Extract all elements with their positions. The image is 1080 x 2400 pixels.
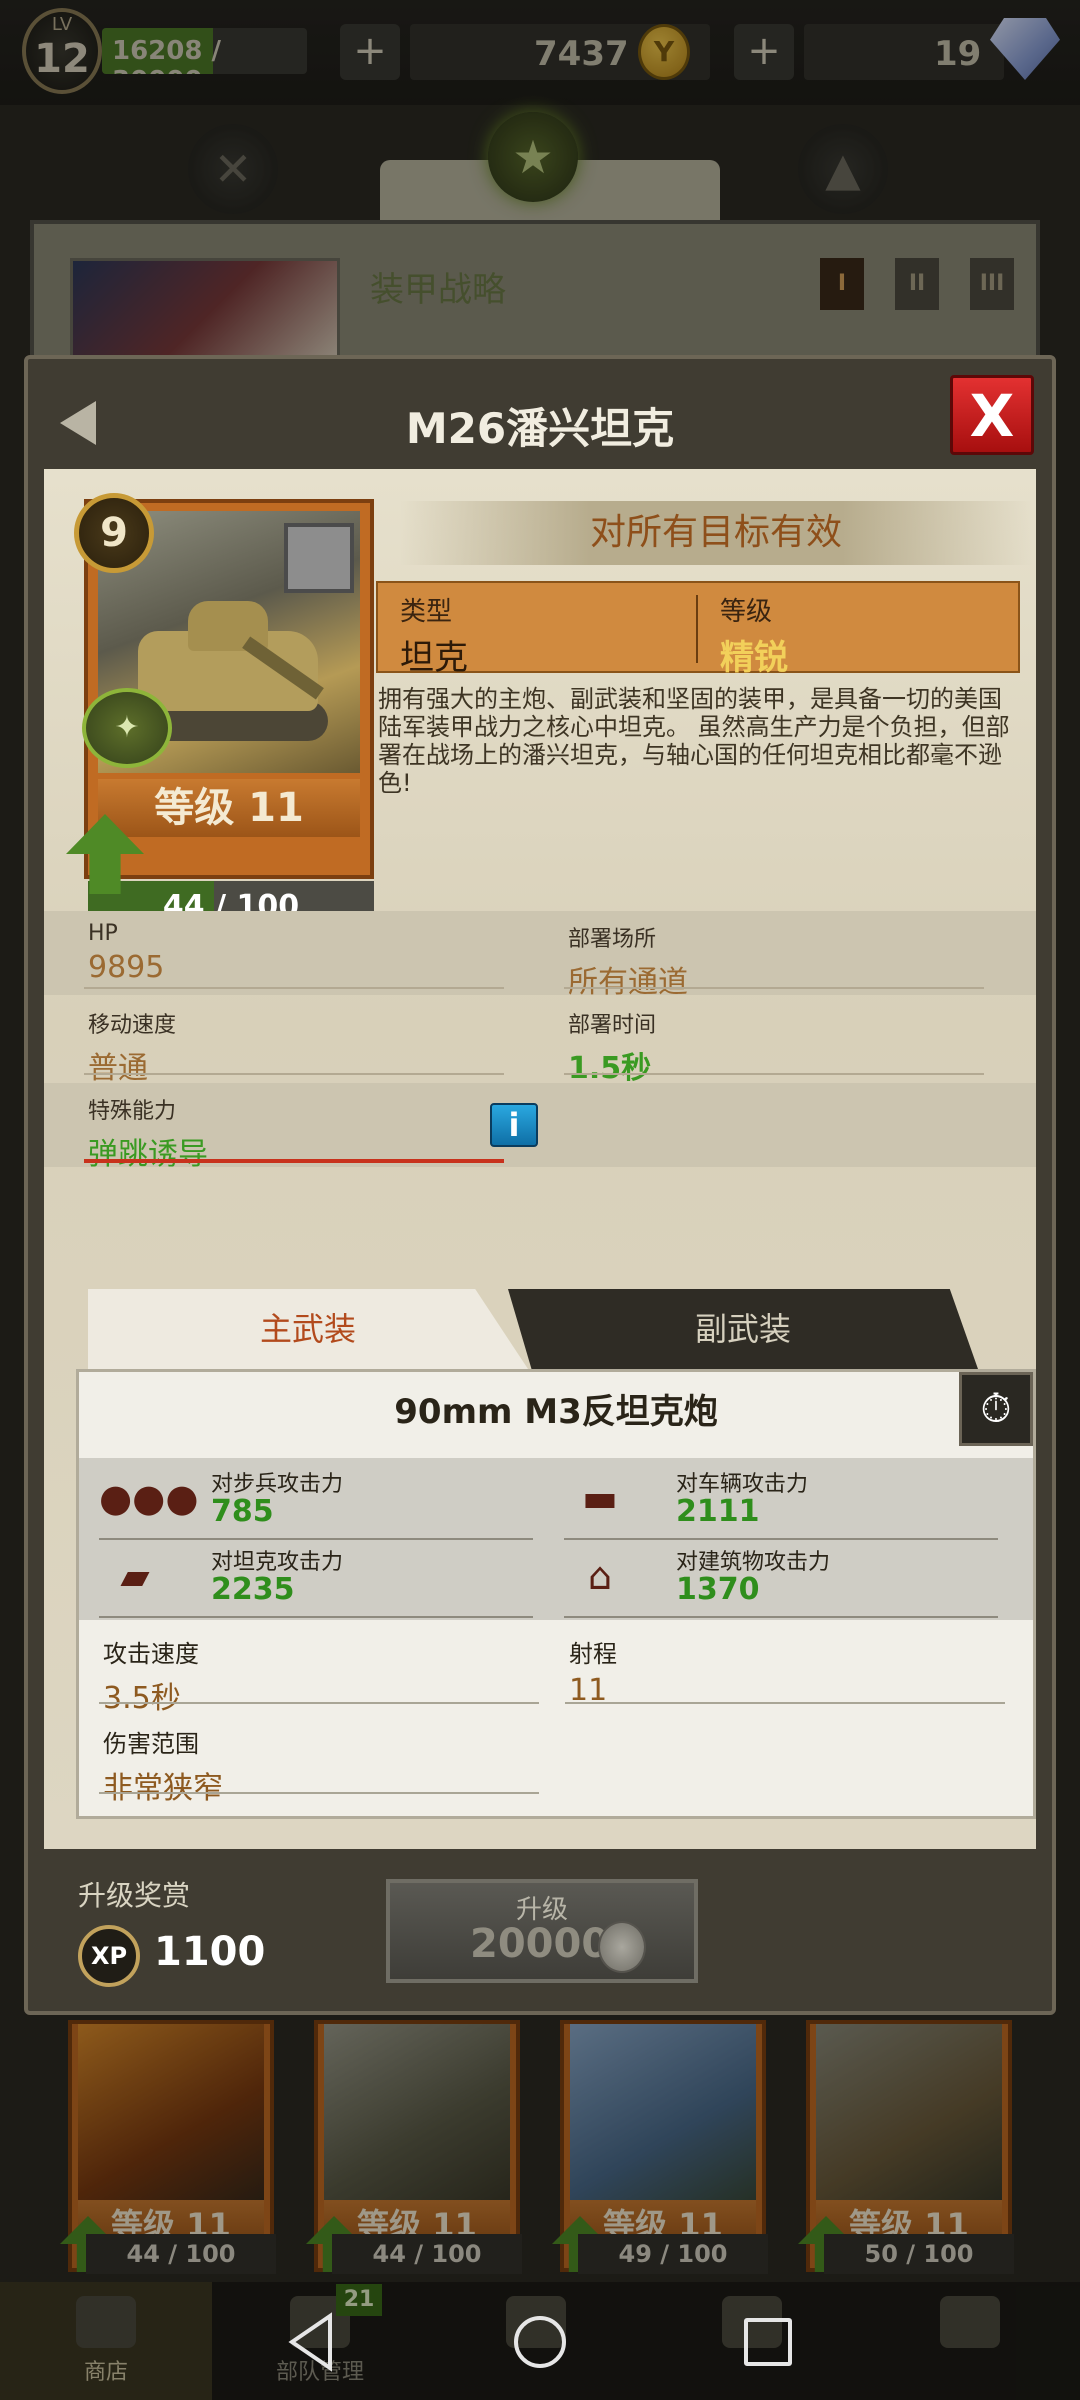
damage-area-label: 伤害范围 <box>103 1730 199 1758</box>
hp-stat: HP 9895 <box>88 921 164 985</box>
stat-divider <box>84 987 504 989</box>
tank-attack-value: 2235 <box>211 1572 295 1607</box>
system-back-icon[interactable] <box>286 2312 336 2372</box>
deploy-time-value: 1.5秒 <box>568 1051 652 1086</box>
stat-divider <box>99 1616 533 1618</box>
tank-class-icon: ✦ <box>82 688 172 768</box>
info-button[interactable]: i <box>490 1103 538 1147</box>
weapon-name: 90mm M3反坦克炮 <box>394 1392 718 1432</box>
special-ability-bar <box>84 1159 504 1163</box>
attack-speed-label: 攻击速度 <box>103 1640 199 1668</box>
attack-speed-stat: 攻击速度 3.5秒 <box>103 1634 199 1717</box>
coin-icon <box>598 1921 646 1973</box>
deploy-time-stat: 部署时间 1.5秒 <box>568 1007 656 1087</box>
system-home-icon[interactable] <box>514 2316 566 2368</box>
infantry-attack-value: 785 <box>211 1494 274 1529</box>
type-divider <box>696 595 698 663</box>
unit-card: 9 ✦ 等级 11 <box>74 493 374 879</box>
type-column: 类型 坦克 <box>400 591 468 679</box>
range-label: 射程 <box>569 1640 617 1668</box>
system-navigation <box>0 2282 1080 2400</box>
stat-divider <box>99 1702 539 1704</box>
weapon-tabs: 副武装 主武装 <box>88 1289 1008 1369</box>
hp-value: 9895 <box>88 950 165 985</box>
stat-divider <box>564 1538 998 1540</box>
stats-row-2: 移动速度 普通 部署时间 1.5秒 <box>44 997 1036 1086</box>
infantry-icon: ●●● <box>99 1476 199 1520</box>
tab-secondary-weapon[interactable]: 副武装 <box>508 1289 978 1369</box>
deploy-place-label: 部署场所 <box>568 927 657 952</box>
stat-divider <box>565 1702 1005 1704</box>
unit-detail-modal: M26潘兴坦克 X 9 ✦ 等级 11 44 / 100 对所有目标有效 类型 … <box>24 355 1056 2015</box>
attack-speed-value: 3.5秒 <box>103 1681 181 1716</box>
stats-row-1: HP 9895 部署场所 所有通道 <box>44 911 1036 1000</box>
upgrade-reward-label: 升级奖赏 <box>78 1879 191 1912</box>
weapon-panel: 90mm M3反坦克炮 ⏱ ●●● 对步兵攻击力 785 ▬ 对车辆攻击力 21… <box>76 1369 1036 1819</box>
modal-header: M26潘兴坦克 X <box>28 359 1052 469</box>
grade-value: 精锐 <box>720 638 788 678</box>
tab-main-weapon[interactable]: 主武装 <box>88 1289 528 1369</box>
system-recents-icon[interactable] <box>744 2318 792 2366</box>
upgrade-button[interactable]: 升级 20000 <box>386 1879 698 1983</box>
stat-divider <box>99 1538 533 1540</box>
range-stat: 射程 11 <box>569 1634 617 1708</box>
unit-description: 拥有强大的主炮、副武装和坚固的装甲，是具备一切的美国陆军装甲战力之核心中坦克。 … <box>378 685 1010 797</box>
type-value: 坦克 <box>400 638 468 678</box>
unit-rank-badge: 9 <box>74 493 154 573</box>
stat-divider <box>84 1073 504 1075</box>
close-button[interactable]: X <box>950 375 1034 455</box>
xp-icon: XP <box>78 1925 140 1987</box>
tank-icon: ▰ <box>120 1554 150 1598</box>
upgrade-cost: 20000 <box>470 1921 610 1967</box>
deploy-place-value: 所有通道 <box>568 965 688 1000</box>
house-icon: ⌂ <box>587 1554 613 1598</box>
deploy-place-stat: 部署场所 所有通道 <box>568 921 688 1001</box>
damage-area-value: 非常狭窄 <box>103 1771 223 1806</box>
type-label: 类型 <box>400 597 453 627</box>
stopwatch-icon[interactable]: ⏱ <box>959 1372 1033 1446</box>
stat-divider <box>564 987 984 989</box>
vehicle-attack-value: 2111 <box>676 1494 760 1529</box>
move-speed-label: 移动速度 <box>88 1013 177 1038</box>
unit-level: 等级 11 <box>98 779 360 837</box>
building-attack-value: 1370 <box>676 1572 760 1607</box>
deploy-time-label: 部署时间 <box>568 1013 657 1038</box>
attack-stats: ●●● 对步兵攻击力 785 ▬ 对车辆攻击力 2111 ▰ 对坦克攻击力 22… <box>79 1458 1033 1620</box>
stat-divider <box>564 1616 998 1618</box>
modal-title: M26潘兴坦克 <box>405 404 675 453</box>
damage-area-stat: 伤害范围 非常狭窄 <box>103 1724 223 1807</box>
special-ability-label: 特殊能力 <box>88 1099 177 1124</box>
move-speed-stat: 移动速度 普通 <box>88 1007 176 1087</box>
grade-label: 等级 <box>720 597 773 627</box>
effect-banner: 对所有目标有效 <box>400 501 1032 565</box>
equipment-slot[interactable] <box>284 523 354 593</box>
grade-column: 等级 精锐 <box>720 591 788 679</box>
special-ability-value: 弹跳诱导 <box>88 1137 208 1172</box>
type-grade-box: 类型 坦克 等级 精锐 <box>376 581 1020 678</box>
stat-divider <box>564 1073 984 1075</box>
truck-icon: ▬ <box>582 1476 618 1520</box>
hp-label: HP <box>88 921 118 946</box>
upgrade-reward-value: 1100 <box>154 1929 266 1975</box>
stats-row-3: 特殊能力 弹跳诱导 i <box>44 1083 1036 1172</box>
move-speed-value: 普通 <box>88 1051 148 1086</box>
stat-divider <box>99 1792 539 1794</box>
